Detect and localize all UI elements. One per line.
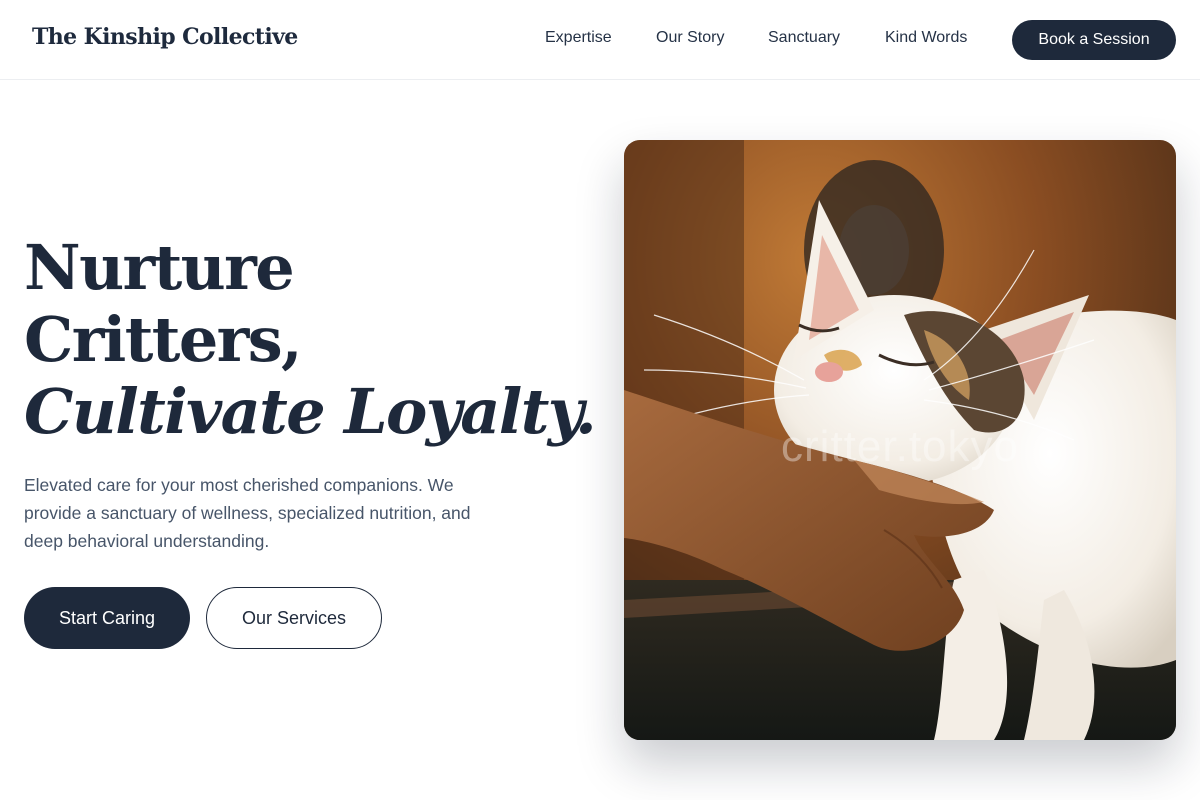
our-services-button[interactable]: Our Services xyxy=(206,587,382,649)
hero-subtitle: Elevated care for your most cherished co… xyxy=(24,475,471,551)
nav-link-kind-words[interactable]: Kind Words xyxy=(885,29,967,47)
hero-title-line-1: Nurture xyxy=(24,231,295,304)
hero-title: Nurture Critters, Cultivate Loyalty. xyxy=(24,231,597,448)
nav-link-expertise[interactable]: Expertise xyxy=(545,29,612,47)
nav-link-sanctuary[interactable]: Sanctuary xyxy=(768,29,840,47)
brand-logo[interactable]: The Kinship Collective xyxy=(32,24,298,50)
hero-cat-photo: critter.tokyo xyxy=(624,140,1176,740)
start-caring-button[interactable]: Start Caring xyxy=(24,587,190,649)
photo-watermark: critter.tokyo xyxy=(781,422,1019,471)
hero-title-line-2: Critters, xyxy=(24,303,303,376)
top-navigation-bar: The Kinship Collective Expertise Our Sto… xyxy=(0,0,1200,80)
hero-title-line-3: Cultivate Loyalty. xyxy=(24,375,597,448)
nav-link-our-story[interactable]: Our Story xyxy=(656,29,724,47)
book-session-button[interactable]: Book a Session xyxy=(1012,20,1176,60)
